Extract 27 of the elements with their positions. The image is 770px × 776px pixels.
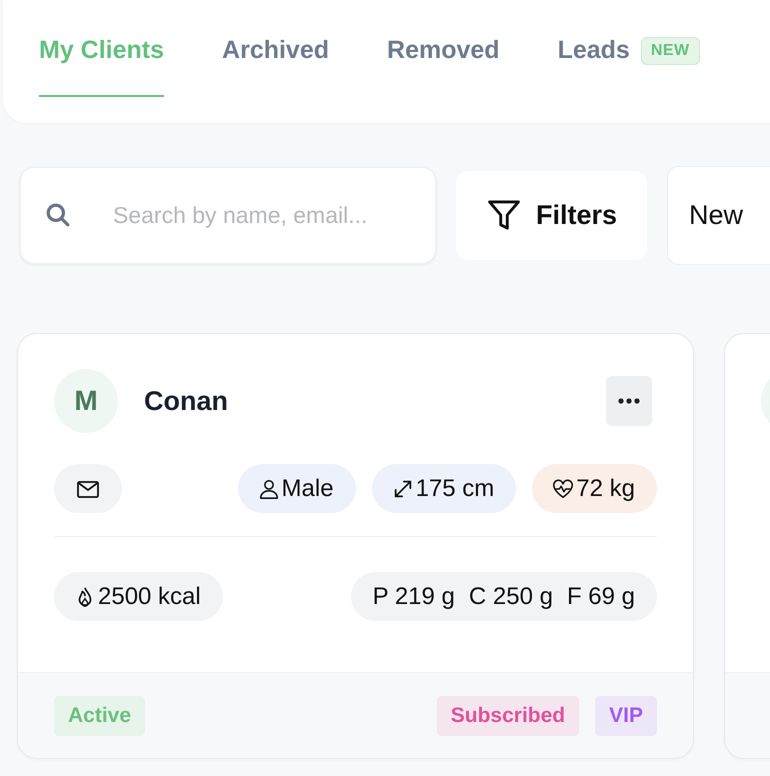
tag: VIP <box>595 696 657 736</box>
more-button[interactable] <box>606 376 652 426</box>
search-icon <box>45 202 71 228</box>
person-icon <box>258 478 280 500</box>
avatar: M <box>54 369 118 433</box>
tag: Subscribed <box>436 696 580 736</box>
status-badge: Active <box>54 696 146 736</box>
macro-value: C 250 g <box>468 582 553 610</box>
funnel-icon <box>486 198 522 232</box>
tab[interactable]: My Clients <box>39 34 164 97</box>
tab[interactable]: Archived <box>222 34 330 97</box>
client-name: Conan <box>144 386 229 416</box>
tab[interactable]: Removed <box>387 34 500 97</box>
heart-pulse-icon <box>552 478 574 500</box>
stat-pill: 175 cm <box>372 464 516 513</box>
new-badge: NEW <box>640 36 700 64</box>
new-button[interactable]: New <box>667 166 770 264</box>
calorie-pill: 2500 kcal <box>54 572 223 621</box>
email-button[interactable] <box>54 464 122 513</box>
ellipsis-icon <box>618 398 640 404</box>
stat-pill: 72 kg <box>532 464 657 513</box>
filters-button[interactable]: Filters <box>456 170 647 260</box>
stat-pill: Male <box>238 464 356 513</box>
search-field[interactable]: Search by name, email... <box>111 200 435 230</box>
macro-value: F 69 g <box>566 582 635 610</box>
macro-value: P 219 g <box>372 582 455 610</box>
tab[interactable]: Leads <box>558 34 630 97</box>
